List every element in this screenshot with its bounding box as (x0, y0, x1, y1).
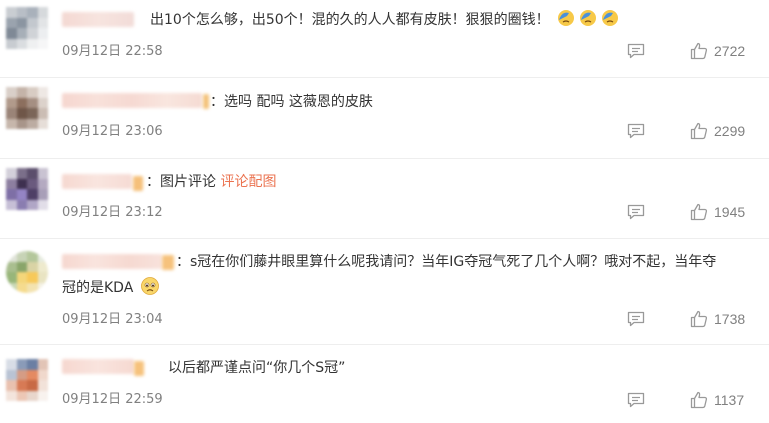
comment-body: 出10个怎么够，出50个！混的久的人人都有皮肤！狠狠的圈钱！ (150, 12, 550, 28)
image-comment-link[interactable]: 评论配图 (220, 174, 276, 190)
comment-body: ：选吗 配吗 这薇恩的皮肤 (210, 94, 373, 110)
like-count: 1137 (714, 392, 745, 408)
reply-icon[interactable] (627, 204, 645, 220)
comment-time: 09月12日 23:06 (62, 124, 163, 139)
like-count: 2722 (714, 43, 746, 59)
sad-emoji-icon (140, 277, 159, 295)
comment-body: 冠的是KDA (62, 280, 134, 296)
comment-text: 以后都严谨点问“你几个S冠” (168, 356, 345, 380)
comment-text: ：图片评论 评论配图 (146, 170, 276, 194)
username-redacted (134, 361, 144, 376)
username-redacted (133, 176, 143, 191)
like-count: 1738 (714, 311, 746, 327)
comment-item: 出10个怎么够，出50个！混的久的人人都有皮肤！狠狠的圈钱！ 09月12日 22… (0, 0, 769, 78)
username-redacted[interactable] (62, 359, 134, 374)
comment-time: 09月12日 23:04 (62, 312, 163, 327)
comment-item: ：选吗 配吗 这薇恩的皮肤 09月12日 23:06 2299 (0, 78, 769, 159)
like-icon[interactable] (690, 42, 708, 60)
comment-text-continued: 冠的是KDA (62, 276, 160, 300)
avatar[interactable] (6, 87, 48, 129)
facepalm-emoji-icon (602, 10, 619, 26)
comment-time: 09月12日 22:59 (62, 392, 163, 407)
comment-body: ：图片评论 (146, 174, 221, 190)
username-redacted[interactable] (62, 93, 202, 108)
avatar[interactable] (6, 359, 48, 401)
comment-text: 出10个怎么够，出50个！混的久的人人都有皮肤！狠狠的圈钱！ (150, 8, 620, 32)
facepalm-emoji-icon (580, 10, 597, 26)
like-count: 2299 (714, 123, 746, 139)
like-count: 1945 (714, 204, 746, 220)
like-icon[interactable] (690, 391, 708, 409)
comment-item: 以后都严谨点问“你几个S冠” 09月12日 22:59 1137 (0, 345, 769, 423)
facepalm-emoji-icon (558, 10, 575, 26)
username-redacted[interactable] (62, 12, 134, 27)
comment-time: 09月12日 23:12 (62, 205, 163, 220)
reply-icon[interactable] (627, 123, 645, 139)
avatar[interactable] (6, 168, 48, 210)
comment-time: 09月12日 22:58 (62, 44, 163, 59)
like-icon[interactable] (690, 203, 708, 221)
avatar[interactable] (6, 7, 48, 49)
comment-body: ：s冠在你们藤井眼里算什么呢我请问？当年IG夺冠气死了几个人啊？哦对不起，当年夺 (176, 254, 717, 270)
like-icon[interactable] (690, 310, 708, 328)
comment-body: 以后都严谨点问“你几个S冠” (168, 360, 346, 376)
username-redacted[interactable] (62, 254, 162, 269)
reply-icon[interactable] (627, 43, 645, 59)
avatar[interactable] (6, 251, 48, 293)
comment-text: ：s冠在你们藤井眼里算什么呢我请问？当年IG夺冠气死了几个人啊？哦对不起，当年夺 (176, 250, 769, 274)
comment-item: ：图片评论 评论配图 09月12日 23:12 1945 (0, 159, 769, 239)
username-redacted (203, 94, 209, 109)
like-icon[interactable] (690, 122, 708, 140)
reply-icon[interactable] (627, 311, 645, 327)
comment-text: ：选吗 配吗 这薇恩的皮肤 (210, 90, 373, 114)
username-redacted (162, 255, 174, 270)
username-redacted[interactable] (62, 174, 132, 189)
reply-icon[interactable] (627, 392, 645, 408)
comment-item: ：s冠在你们藤井眼里算什么呢我请问？当年IG夺冠气死了几个人啊？哦对不起，当年夺… (0, 239, 769, 345)
